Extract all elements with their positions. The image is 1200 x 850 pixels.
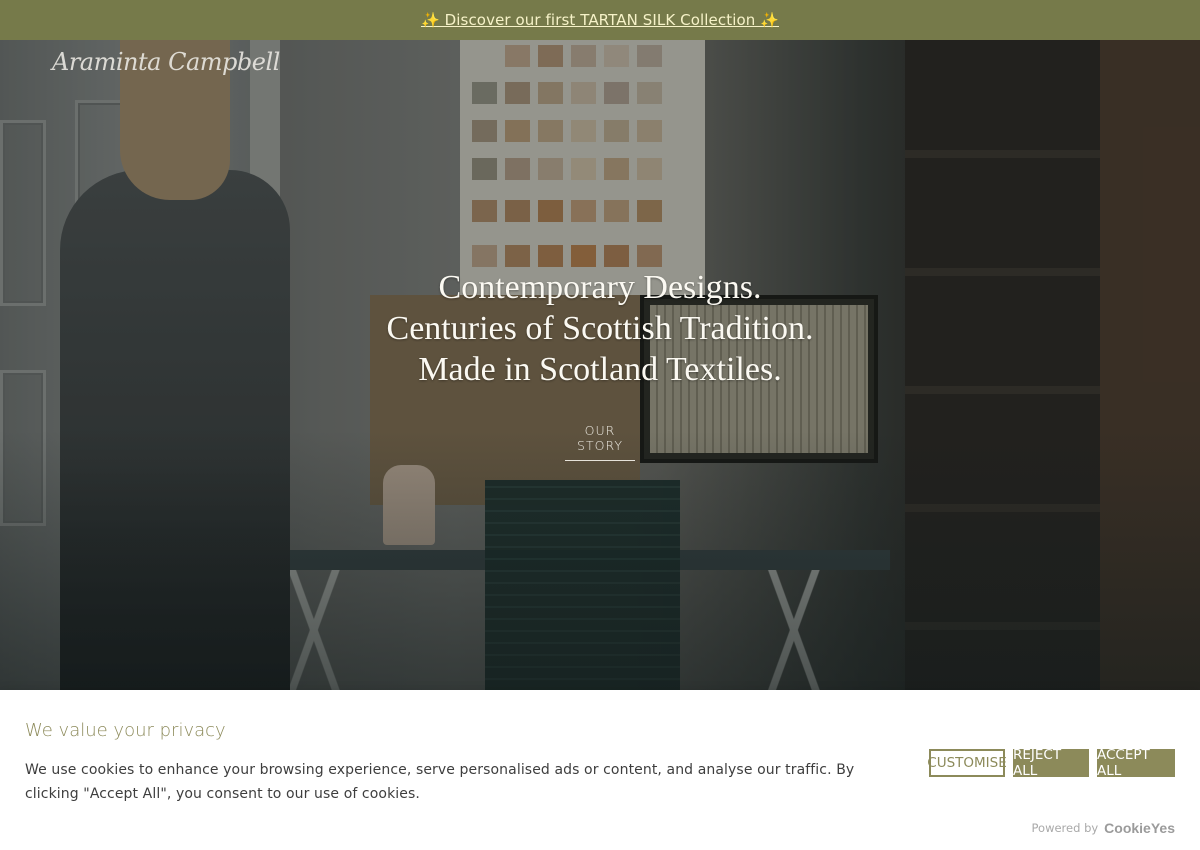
powered-by-label: Powered by bbox=[1031, 821, 1099, 835]
our-story-button[interactable]: OUR STORY bbox=[565, 423, 635, 461]
announcement-bar: ✨ Discover our first TARTAN SILK Collect… bbox=[0, 0, 1200, 40]
cookie-description: We use cookies to enhance your browsing … bbox=[25, 762, 855, 802]
hero-headline-line-2: Centuries of Scottish Tradition. bbox=[386, 310, 814, 347]
hero-headline-line-1: Contemporary Designs. bbox=[438, 269, 762, 306]
reject-all-button[interactable]: REJECT ALL bbox=[1013, 747, 1089, 779]
customise-button[interactable]: CUSTOMISE bbox=[927, 749, 1007, 777]
cookie-consent-banner: We value your privacy We use cookies to … bbox=[0, 690, 1200, 850]
brand-logo[interactable]: Araminta Campbell bbox=[52, 48, 280, 76]
hero-headline-line-3: Made in Scotland Textiles. bbox=[418, 351, 782, 388]
hero-section: Araminta Campbell Contemporary Designs. … bbox=[0, 40, 1200, 690]
hero-headline: Contemporary Designs. Centuries of Scott… bbox=[0, 267, 1200, 390]
cookieyes-logo[interactable]: CookieYes bbox=[1104, 820, 1175, 836]
cookie-title: We value your privacy bbox=[25, 720, 226, 741]
powered-by: Powered by CookieYes bbox=[1032, 820, 1175, 836]
accept-all-button[interactable]: ACCEPT ALL bbox=[1097, 747, 1175, 779]
announcement-link[interactable]: ✨ Discover our first TARTAN SILK Collect… bbox=[421, 11, 779, 29]
